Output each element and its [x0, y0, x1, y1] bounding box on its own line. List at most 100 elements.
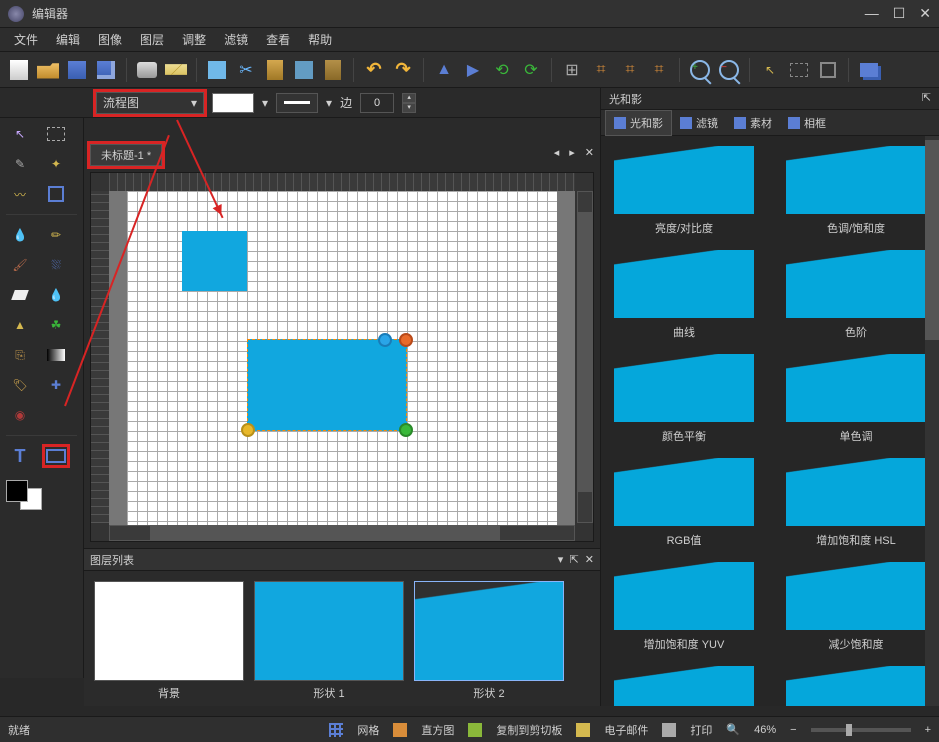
pointer-tool-button[interactable]: ↖: [757, 57, 783, 83]
wand-tool[interactable]: ✦: [42, 152, 70, 176]
tab-filter[interactable]: 滤镜: [672, 111, 726, 135]
freehand-tool[interactable]: 〰: [6, 182, 34, 206]
menu-edit[interactable]: 编辑: [48, 29, 88, 50]
save-as-button[interactable]: [93, 57, 119, 83]
effect-item[interactable]: [779, 666, 933, 706]
effect-item[interactable]: 增加饱和度 YUV: [607, 562, 761, 652]
document-tab[interactable]: 未标题-1 *: [90, 144, 162, 166]
line-style-select[interactable]: [276, 93, 318, 113]
color-picker[interactable]: [6, 480, 42, 510]
scrollbar-horizontal[interactable]: [109, 525, 575, 541]
status-clipboard[interactable]: 复制到剪切板: [496, 722, 562, 738]
zoom-out-icon[interactable]: −: [790, 724, 796, 736]
tab-light-shadow[interactable]: 光和影: [605, 110, 672, 136]
effect-item[interactable]: 色阶: [779, 250, 933, 340]
effect-item[interactable]: 颜色平衡: [607, 354, 761, 444]
print-button[interactable]: [134, 57, 160, 83]
close-doc-button[interactable]: ✕: [585, 146, 594, 159]
grid-snap1-button[interactable]: ⌗: [588, 57, 614, 83]
menu-layer[interactable]: 图层: [132, 29, 172, 50]
tab-material[interactable]: 素材: [726, 111, 780, 135]
menu-adjust[interactable]: 调整: [174, 29, 214, 50]
smudge-tool[interactable]: ☘: [42, 313, 70, 337]
pencil-tool[interactable]: ✏: [42, 223, 70, 247]
effect-item[interactable]: RGB值: [607, 458, 761, 548]
maximize-button[interactable]: ☐: [893, 5, 906, 22]
handle-bottom-right[interactable]: [399, 423, 413, 437]
zoom-in-button[interactable]: +: [687, 57, 713, 83]
layers-panel-pin-icon[interactable]: ⇱: [569, 553, 578, 566]
flip-v-button[interactable]: ▶: [460, 57, 486, 83]
grid-snap3-button[interactable]: ⌗: [646, 57, 672, 83]
status-print[interactable]: 打印: [690, 722, 712, 738]
status-grid[interactable]: 网格: [357, 722, 379, 738]
eyedropper-tool[interactable]: 💧: [6, 223, 34, 247]
status-email[interactable]: 电子邮件: [604, 722, 648, 738]
close-button[interactable]: ✕: [919, 5, 931, 22]
effect-item[interactable]: 亮度/对比度: [607, 146, 761, 236]
spraycan-tool[interactable]: ⛆: [42, 253, 70, 277]
status-histogram[interactable]: 直方图: [421, 722, 454, 738]
grid-button[interactable]: ⊞: [559, 57, 585, 83]
eraser-tool[interactable]: [6, 283, 34, 307]
text-tool[interactable]: T: [6, 444, 34, 468]
rotate-right-button[interactable]: ⟳: [518, 57, 544, 83]
fill-color-swatch[interactable]: [212, 93, 254, 113]
zoom-out-button[interactable]: −: [716, 57, 742, 83]
minimize-button[interactable]: —: [865, 5, 879, 22]
menu-image[interactable]: 图像: [90, 29, 130, 50]
effects-scrollbar[interactable]: [925, 136, 939, 706]
email-button[interactable]: [163, 57, 189, 83]
layers-tool-button[interactable]: [856, 57, 882, 83]
crop-tool[interactable]: [42, 182, 70, 206]
layers-panel-close-icon[interactable]: ✕: [585, 553, 594, 566]
shape-2-selected[interactable]: [247, 339, 407, 431]
shape-1[interactable]: [182, 231, 247, 291]
gradient-tool[interactable]: [42, 343, 70, 367]
foreground-color[interactable]: [6, 480, 28, 502]
chevron-down-icon[interactable]: ▾: [262, 96, 268, 110]
blur-tool[interactable]: 💧: [42, 283, 70, 307]
paste-button[interactable]: [262, 57, 288, 83]
grid-snap2-button[interactable]: ⌗: [617, 57, 643, 83]
handle-top[interactable]: [378, 333, 392, 347]
crop-tool-button[interactable]: [815, 57, 841, 83]
redeye-tool[interactable]: ◉: [6, 403, 34, 427]
chevron-down-icon[interactable]: ▾: [326, 96, 332, 110]
next-doc-button[interactable]: ▸: [569, 146, 575, 159]
effect-item[interactable]: 色调/饱和度: [779, 146, 933, 236]
shape-dropdown[interactable]: 流程图 ▾: [96, 92, 204, 114]
move-tool[interactable]: ↖: [6, 122, 34, 146]
flip-h-button[interactable]: ▲: [431, 57, 457, 83]
rotate-left-button[interactable]: ⟲: [489, 57, 515, 83]
prev-doc-button[interactable]: ◂: [554, 146, 560, 159]
effect-item[interactable]: 曲线: [607, 250, 761, 340]
border-width-spinner[interactable]: ▴▾: [402, 93, 416, 113]
sharpen-tool[interactable]: ▲: [6, 313, 34, 337]
handle-bottom-left[interactable]: [241, 423, 255, 437]
layer-item-selected[interactable]: 形状 2: [414, 581, 564, 701]
select-tool-button[interactable]: [786, 57, 812, 83]
menu-help[interactable]: 帮助: [300, 29, 340, 50]
effect-item[interactable]: 减少饱和度: [779, 562, 933, 652]
lasso-tool[interactable]: ✎: [6, 152, 34, 176]
heal-tool[interactable]: ✚: [42, 373, 70, 397]
effect-item[interactable]: 单色调: [779, 354, 933, 444]
open-file-button[interactable]: [35, 57, 61, 83]
tab-frame[interactable]: 相框: [780, 111, 834, 135]
layer-item[interactable]: 形状 1: [254, 581, 404, 701]
menu-filter[interactable]: 滤镜: [216, 29, 256, 50]
layer-item[interactable]: 背景: [94, 581, 244, 701]
paste-special-button[interactable]: [320, 57, 346, 83]
duplicate-button[interactable]: [291, 57, 317, 83]
marquee-tool[interactable]: [42, 122, 70, 146]
effect-item[interactable]: 增加饱和度 HSL: [779, 458, 933, 548]
new-file-button[interactable]: [6, 57, 32, 83]
undo-button[interactable]: ↶: [361, 57, 387, 83]
effect-item[interactable]: [607, 666, 761, 706]
effects-panel-pin-icon[interactable]: ⇱: [922, 91, 931, 106]
brush-tool[interactable]: 🖌: [6, 253, 34, 277]
copy-button[interactable]: [204, 57, 230, 83]
zoom-in-icon[interactable]: +: [925, 724, 931, 736]
border-width-input[interactable]: [360, 93, 394, 113]
